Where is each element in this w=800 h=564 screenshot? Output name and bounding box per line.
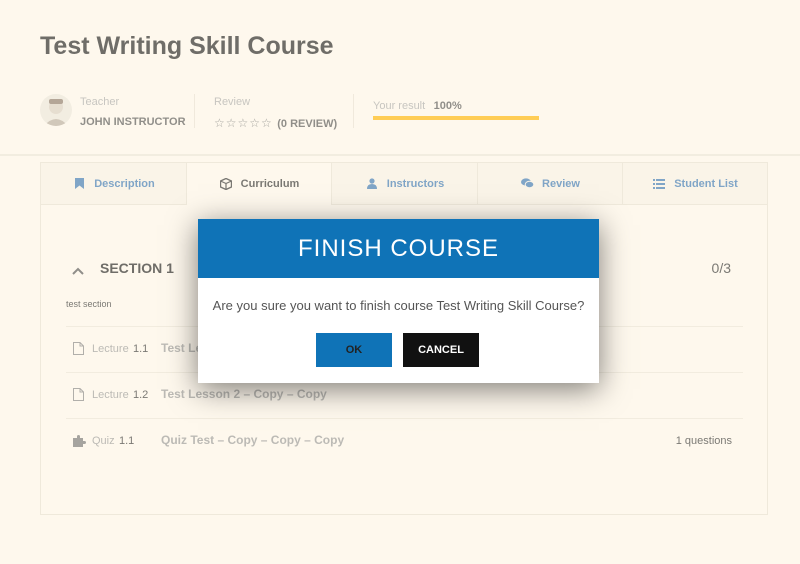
cancel-button[interactable]: CANCEL (403, 333, 479, 367)
ok-button[interactable]: OK (316, 333, 392, 367)
finish-course-dialog: FINISH COURSE Are you sure you want to f… (198, 219, 599, 383)
dialog-title: FINISH COURSE (198, 219, 599, 278)
dialog-message: Are you sure you want to finish course T… (212, 298, 585, 313)
